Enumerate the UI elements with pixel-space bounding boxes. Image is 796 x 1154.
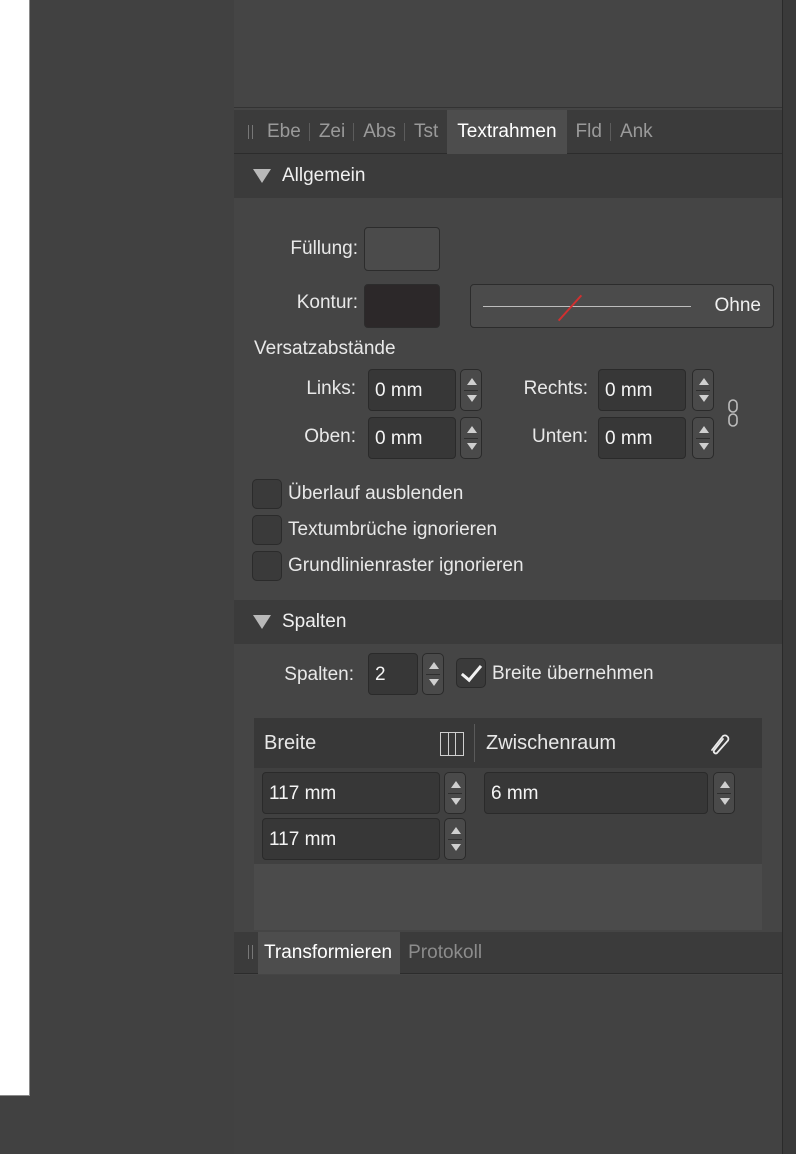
disclosure-triangle-icon[interactable] [253, 615, 271, 629]
stroke-style-value: Ohne [714, 295, 761, 316]
inset-bottom-input[interactable]: 0 mm [598, 417, 686, 459]
section-allgemein-title: Allgemein [282, 165, 366, 186]
tab-transformieren[interactable]: Transformieren [258, 931, 401, 974]
column-1-gutter-stepper[interactable] [713, 772, 735, 814]
transform-tabbar: Transformieren Protokoll [234, 931, 782, 975]
tab-absatz[interactable]: Abs [354, 110, 405, 154]
tab-ebene[interactable]: Ebe [258, 110, 310, 154]
panel-empty-area [234, 0, 782, 108]
stroke-style-dropdown[interactable]: Ohne [470, 284, 774, 328]
stroke-color-swatch[interactable] [364, 284, 440, 328]
column-count-stepper[interactable] [422, 653, 444, 695]
inset-top-label: Oben: [304, 426, 356, 447]
inspector-panel: Ebe Zei Abs Tst Textrahmen Fld Ank Allge… [234, 0, 782, 1154]
inset-bottom-label: Unten: [532, 426, 588, 447]
header-divider [474, 724, 475, 762]
column-2-width-input[interactable]: 117 mm [262, 818, 440, 860]
inset-right-label: Rechts: [523, 378, 588, 399]
section-allgemein-header[interactable]: Allgemein [234, 154, 782, 198]
column-count-input[interactable]: 2 [368, 653, 418, 695]
inset-top-input[interactable]: 0 mm [368, 417, 456, 459]
panel-grip-handle[interactable] [234, 931, 258, 975]
columns-table-header: Breite Zwischenraum [254, 718, 762, 768]
equal-width-checkbox[interactable] [456, 658, 486, 688]
inset-top-stepper[interactable] [460, 417, 482, 459]
tab-zeichen[interactable]: Zei [310, 110, 355, 154]
ignore-baseline-grid-checkbox[interactable] [252, 551, 282, 581]
no-stroke-icon [557, 294, 583, 322]
fill-color-swatch[interactable] [364, 227, 440, 271]
disclosure-triangle-icon[interactable] [253, 169, 271, 183]
ignore-text-wrap-label[interactable]: Textumbrüche ignorieren [288, 519, 497, 541]
tab-felder[interactable]: Fld [567, 110, 612, 154]
document-page [0, 0, 30, 1096]
inset-right-stepper[interactable] [692, 369, 714, 411]
section-spalten-header[interactable]: Spalten [234, 600, 782, 644]
inset-left-input[interactable]: 0 mm [368, 369, 456, 411]
panel-grip-handle[interactable] [234, 110, 258, 154]
columns-icon [440, 732, 464, 756]
window-edge [782, 0, 796, 1154]
section-spalten-title: Spalten [282, 611, 347, 632]
transform-panel-body [234, 975, 782, 1154]
column-1-gutter-input[interactable]: 6 mm [484, 772, 708, 814]
insets-heading: Versatzabstände [254, 338, 396, 359]
clip-overflow-label[interactable]: Überlauf ausblenden [288, 483, 463, 505]
tab-textrahmen[interactable]: Textrahmen [447, 109, 567, 154]
paperclip-icon[interactable] [706, 730, 732, 756]
inset-right-input[interactable]: 0 mm [598, 369, 686, 411]
column-2-width-stepper[interactable] [444, 818, 466, 860]
table-row: 117 mm 6 mm [254, 768, 762, 816]
table-row: 117 mm [254, 816, 762, 864]
column-1-width-input[interactable]: 117 mm [262, 772, 440, 814]
tab-protokoll[interactable]: Protokoll [400, 932, 490, 974]
stroke-preview-line [483, 306, 691, 307]
columns-table: Breite Zwischenraum 117 mm 6 mm 117 mm [254, 718, 762, 930]
column-1-width-stepper[interactable] [444, 772, 466, 814]
studio-tabbar: Ebe Zei Abs Tst Textrahmen Fld Ank [234, 109, 782, 154]
inset-left-stepper[interactable] [460, 369, 482, 411]
column-count-label: Spalten: [284, 664, 354, 685]
column-width-header: Breite [264, 732, 317, 754]
inset-bottom-stepper[interactable] [692, 417, 714, 459]
tab-textstile[interactable]: Tst [405, 110, 447, 154]
gutter-header: Zwischenraum [486, 732, 617, 754]
clip-overflow-checkbox[interactable] [252, 479, 282, 509]
ignore-baseline-grid-label[interactable]: Grundlinienraster ignorieren [288, 555, 524, 577]
equal-width-label[interactable]: Breite übernehmen [492, 663, 654, 685]
link-chain-icon[interactable] [727, 398, 739, 428]
inset-left-label: Links: [306, 378, 356, 399]
fill-label: Füllung: [290, 238, 358, 259]
ignore-text-wrap-checkbox[interactable] [252, 515, 282, 545]
tab-anker[interactable]: Ank [611, 110, 662, 154]
stroke-label: Kontur: [296, 292, 358, 313]
